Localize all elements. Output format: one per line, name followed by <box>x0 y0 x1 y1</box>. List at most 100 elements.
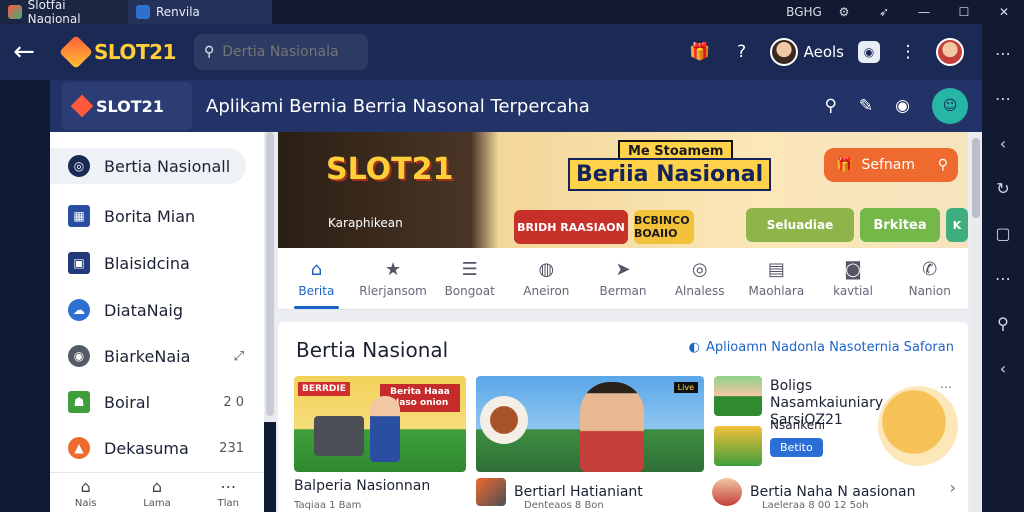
main-scroll-thumb[interactable] <box>972 138 980 218</box>
search-icon[interactable]: ⚲ <box>997 314 1009 333</box>
left-gutter <box>0 80 50 512</box>
app-logo[interactable]: SLOT21 <box>59 35 176 69</box>
people-icon: ☗ <box>68 391 90 413</box>
tab-berita[interactable]: ⌂ Berita <box>278 248 355 309</box>
section-link-label: Aplioamn Nadonla Nasoternia Saforan <box>705 340 954 355</box>
logo-text: SLOT21 <box>94 40 176 64</box>
hero-banner[interactable]: SLOT21 Karaphikean Me Stoamem Beriia Nas… <box>278 132 968 248</box>
sidebar-item-borita-mian[interactable]: ▦ Borita Mian <box>50 198 264 234</box>
tab-label: Rlerjansom <box>359 284 427 298</box>
tab-nanion[interactable]: ✆ Nanion <box>891 248 968 309</box>
tab-aneiron[interactable]: ◍ Aneiron <box>508 248 585 309</box>
section-link[interactable]: ◐ Aplioamn Nadonla Nasoternia Saforan <box>689 340 954 355</box>
tab-label: Berman <box>599 284 647 298</box>
news-card-1[interactable]: BERRDIE Berita Haaa Naso onion <box>294 376 466 472</box>
bottom-nav-label: Lama <box>143 497 171 509</box>
card-button[interactable]: Betito <box>770 438 823 457</box>
tab-kavtial[interactable]: ◙ kavtial <box>815 248 892 309</box>
caption-title: Balperia Nasionnan <box>294 478 431 494</box>
browser-tab-2-label: Renvila <box>156 5 200 19</box>
more-vertical-icon[interactable]: ⋮ <box>894 38 922 66</box>
profile-avatar[interactable] <box>936 38 964 66</box>
bottom-nav-home[interactable]: ⌂ Nais <box>50 473 121 512</box>
sidebar-item-bertia-nasional[interactable]: ◎ Bertia Nasionall <box>50 148 246 184</box>
sidebar-item-label: Boiral <box>104 392 151 412</box>
logo-gem-icon <box>59 35 93 69</box>
banner-pill-1[interactable]: BRIDH RAASIAON <box>514 210 628 244</box>
bottom-nav-more[interactable]: ⋯ Tlan <box>193 473 264 512</box>
more-icon[interactable]: ⋯ <box>940 380 952 394</box>
search-input[interactable] <box>222 44 353 60</box>
square-icon[interactable]: ▢ <box>995 224 1010 243</box>
doc-icon: ▤ <box>767 259 785 280</box>
help-icon[interactable]: ? <box>728 38 756 66</box>
main-scrollbar[interactable] <box>970 132 982 512</box>
thumb-image <box>714 426 762 466</box>
browser-tab-2[interactable]: Renvila <box>128 0 272 24</box>
banner-cta-label: Sefnam <box>861 157 915 173</box>
sidebar-item-blaisidcina[interactable]: ▣ Blaisidcina <box>50 245 264 281</box>
gift-icon[interactable]: 🎁 <box>686 38 714 66</box>
fire-icon: ▲ <box>68 437 90 459</box>
sidebar-item-label: BiarkeNaia <box>104 346 191 366</box>
grid-icon[interactable]: ⋯ <box>995 44 1011 63</box>
tab-alnaless[interactable]: ◎ Alnaless <box>661 248 738 309</box>
close-button[interactable]: ✕ <box>984 5 1024 19</box>
banner-pill-4[interactable]: Brkitea <box>860 208 940 242</box>
assistant-avatar[interactable]: ☺ <box>932 88 968 124</box>
store-icon: ⌂ <box>151 476 163 496</box>
sidebar-item-boiral[interactable]: ☗ Boiral 2 0 <box>50 384 264 420</box>
tab-berman[interactable]: ➤ Berman <box>585 248 662 309</box>
sidebar-item-dekasuma[interactable]: ▲ Dekasuma 231 <box>50 430 264 466</box>
record-icon[interactable]: ◉ <box>895 96 910 116</box>
sidebar-item-biarkenaia[interactable]: ◉ BiarkeNaia ⤢ <box>50 338 264 374</box>
tab-rlerjansom[interactable]: ★ Rlerjansom <box>355 248 432 309</box>
back-arrow-icon[interactable]: ← <box>0 24 48 80</box>
tab-maohlara[interactable]: ▤ Maohlara <box>738 248 815 309</box>
sidebar-scroll-thumb[interactable] <box>266 132 274 416</box>
right-nav-strip: ⋯ ⋯ ‹ ↻ ▢ ⋯ ⚲ ‹ <box>982 24 1024 512</box>
bottom-nav-lama[interactable]: ⌂ Lama <box>121 473 192 512</box>
chevron-right-icon[interactable]: › <box>950 478 956 497</box>
user-name: Aeols <box>803 43 844 61</box>
minimize-button[interactable]: — <box>904 5 944 19</box>
person-image <box>370 396 400 462</box>
dots-icon[interactable]: ⋯ <box>995 269 1011 288</box>
browser-tab-1[interactable]: Slotfai Naqional <box>0 0 128 26</box>
user-menu[interactable]: Aeols <box>769 38 844 66</box>
more-icon: ⋯ <box>220 476 237 496</box>
banner-pill-5[interactable]: K <box>946 208 968 242</box>
camera-icon[interactable]: ◉ <box>858 41 880 63</box>
maximize-button[interactable]: ☐ <box>944 5 984 19</box>
caption-1[interactable]: Balperia Nasionnan <box>294 478 430 494</box>
main-content: SLOT21 Karaphikean Me Stoamem Beriia Nas… <box>276 132 970 512</box>
news-card-2[interactable]: Live <box>476 376 704 472</box>
target-icon: ◎ <box>691 259 708 280</box>
target-icon: ◎ <box>68 155 90 177</box>
chevron-left-icon[interactable]: ‹ <box>1000 134 1006 153</box>
pin-icon[interactable]: ➶ <box>864 5 904 19</box>
caption-title: Bertiarl Hatianiant <box>514 484 643 500</box>
sidebar-item-label: Dekasuma <box>104 438 189 458</box>
banner-pill-3[interactable]: Seluadiae <box>746 208 854 242</box>
more-icon[interactable]: ⋯ <box>995 89 1011 108</box>
bottom-nav-label: Nais <box>74 497 97 509</box>
sidebar-scrollbar[interactable] <box>264 132 276 422</box>
search-bar[interactable]: ⚲ <box>194 34 368 70</box>
tray-label: BGHG <box>786 5 822 19</box>
header-actions: 🎁 ? Aeols ◉ ⋮ <box>686 24 964 80</box>
sidebar-item-diatanaig[interactable]: ☁ DiataNaig <box>50 292 264 328</box>
chevron-left-icon[interactable]: ‹ <box>1000 359 1006 378</box>
banner-pill-2[interactable]: BCBINCO BOAIIO <box>634 210 694 244</box>
edit-icon[interactable]: ✎ <box>859 96 873 116</box>
rotate-icon[interactable]: ↻ <box>996 179 1009 198</box>
brand-badge[interactable]: SLOT21 <box>62 82 192 130</box>
expand-icon[interactable]: ⤢ <box>234 349 244 364</box>
search-icon[interactable]: ⚲ <box>824 96 836 116</box>
settings-icon[interactable]: ⚙ <box>824 5 864 19</box>
anchor-image <box>580 382 644 472</box>
tab-bongoat[interactable]: ☰ Bongoat <box>431 248 508 309</box>
bottom-nav: ⌂ Nais ⌂ Lama ⋯ Tlan <box>50 472 264 512</box>
news-card-3[interactable]: Boligs Nasamkaiuniary SarsiOZ21 Nsankeni… <box>712 376 958 472</box>
banner-search-button[interactable]: 🎁 Sefnam ⚲ <box>824 148 958 182</box>
